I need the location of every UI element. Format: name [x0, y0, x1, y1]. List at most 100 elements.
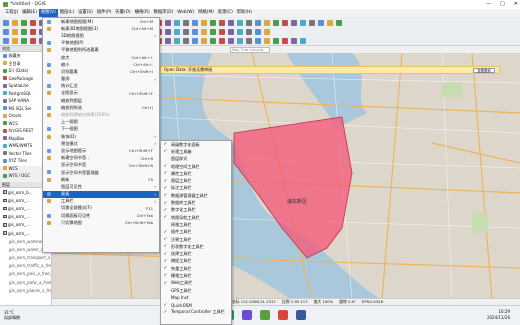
view-menu-item[interactable]: 上一视图 — [43, 119, 159, 126]
view-menu-item[interactable]: 缩放到图层 — [43, 97, 159, 104]
toolbar-tool-icon[interactable] — [183, 28, 189, 35]
view-menu-item[interactable]: 缩放到所选 Ctrl+J — [43, 104, 159, 111]
toolbar-tool-icon[interactable] — [210, 28, 216, 35]
menu-8[interactable]: 数据库(D) — [152, 9, 176, 17]
toolbar-tool-icon[interactable] — [246, 19, 252, 26]
status-rotation[interactable]: 旋转 0.0° — [339, 299, 356, 305]
panels-submenu-item[interactable]: 网格工具栏 — [161, 221, 231, 228]
layer-visibility-checkbox[interactable]: ✔ — [3, 190, 7, 194]
layer-visibility-checkbox[interactable]: ✔ — [3, 215, 7, 219]
toolbar-tool-icon[interactable] — [300, 37, 306, 44]
menu-1[interactable]: 编辑(E) — [20, 9, 39, 17]
toolbar-tool-icon[interactable] — [219, 28, 225, 35]
view-menu-item[interactable]: 只切换地图 Ctrl+Shift+Tab — [43, 219, 159, 226]
menu-3[interactable]: 图层(L) — [58, 9, 76, 17]
close-button[interactable]: ✕ — [514, 0, 518, 9]
toolbar-tool-icon[interactable] — [183, 19, 189, 26]
toolbar-tool-icon[interactable] — [264, 37, 270, 44]
view-menu-item[interactable]: 装饰(D) › — [43, 133, 159, 140]
view-menu-item[interactable]: 新建地图视图(M) Ctrl+M — [43, 18, 159, 25]
toolbar-tool-icon[interactable] — [282, 19, 288, 26]
view-menu-item[interactable]: 切换全屏模式(F) F11 — [43, 205, 159, 212]
toolbar-tool-icon[interactable] — [210, 19, 216, 26]
toolbar-tool-icon[interactable] — [165, 28, 171, 35]
view-menu-item[interactable]: 切换面板可见性 Ctrl+Tab — [43, 212, 159, 219]
menu-10[interactable]: 网格(M) — [196, 9, 216, 17]
panels-submenu-item[interactable]: ✓ QuickOSM — [161, 302, 231, 309]
toolbar-tool-icon[interactable] — [21, 19, 27, 26]
panels-submenu-item[interactable]: ✓ 属性工具栏 — [161, 170, 231, 177]
layer-visibility-checkbox[interactable]: ✔ — [3, 198, 7, 202]
menu-0[interactable]: 工程(J) — [3, 9, 20, 17]
panels-submenu-item[interactable]: ✓ 数据源管理器工具栏 — [161, 192, 231, 199]
toolbar-tool-icon[interactable] — [21, 37, 27, 44]
toolbar-tool-icon[interactable] — [228, 19, 234, 26]
toolbar-tool-icon[interactable] — [255, 28, 261, 35]
view-menu-item[interactable]: 识别要素 Ctrl+Shift+I — [43, 68, 159, 75]
toolbar-tool-icon[interactable] — [201, 37, 207, 44]
app-icon[interactable] — [278, 310, 288, 320]
toolbar-tool-icon[interactable] — [192, 37, 198, 44]
toolbar-tool-icon[interactable] — [210, 37, 216, 44]
toolbar-tool-icon[interactable] — [30, 28, 36, 35]
toolbar-tool-icon[interactable] — [255, 19, 261, 26]
panels-submenu-item[interactable]: ✓ 标注工具栏 — [161, 185, 231, 192]
view-menu-item[interactable]: 放大 Ctrl+Alt++ — [43, 54, 159, 61]
vscode-icon[interactable] — [296, 310, 306, 320]
toolbar-tool-icon[interactable] — [300, 19, 306, 26]
layer-item[interactable]: gis_osm_traffic_a_free_1 — [0, 262, 51, 270]
status-scale[interactable]: 比例 1:95 117 — [282, 299, 308, 305]
toolbar-tool-icon[interactable] — [255, 37, 261, 44]
maximize-button[interactable]: □ — [500, 0, 505, 9]
view-menu-item[interactable]: 刷新 F5 — [43, 176, 159, 183]
panels-submenu-item[interactable]: ✓ 数字化工具栏 — [161, 207, 231, 214]
toolbar-tool-icon[interactable] — [201, 19, 207, 26]
toolbar-tool-icon[interactable] — [264, 28, 270, 35]
toolbar-tool-icon[interactable] — [246, 37, 252, 44]
toolbar-tool-icon[interactable] — [318, 19, 324, 26]
store-icon[interactable] — [242, 310, 252, 320]
panels-submenu-item[interactable]: ✓ 矢量工具栏 — [161, 265, 231, 272]
toolbar-tool-icon[interactable] — [237, 19, 243, 26]
toolbar-tool-icon[interactable] — [192, 28, 198, 35]
menu-12[interactable]: 帮助(H) — [235, 9, 254, 17]
panels-submenu-item[interactable]: ✓ 地理空间工具栏 — [161, 163, 231, 170]
toolbar-tool-icon[interactable] — [219, 19, 225, 26]
view-menu-item[interactable]: 统计汇总 — [43, 83, 159, 90]
layer-item[interactable]: gis_osm_pois_a_free_1 — [0, 270, 51, 278]
toolbar-tool-icon[interactable] — [201, 28, 207, 35]
toolbar-tool-icon[interactable] — [30, 19, 36, 26]
minimize-button[interactable]: — — [486, 0, 491, 9]
toolbar-tool-icon[interactable] — [273, 19, 279, 26]
view-menu-item[interactable]: 下一视图 — [43, 126, 159, 133]
panels-submenu-item[interactable]: ✓ 捕捉工具栏 — [161, 258, 231, 265]
menu-7[interactable]: 栅格(R) — [133, 9, 152, 17]
view-menu-item[interactable]: 显示地图提示 Ctrl+Shift+T — [43, 147, 159, 154]
view-menu-item[interactable]: 图层可见性 › — [43, 183, 159, 190]
toolbar-tool-icon[interactable] — [3, 37, 9, 44]
panels-submenu-item[interactable]: 图层样式 — [161, 156, 231, 163]
panels-submenu-item[interactable]: Map Inst — [161, 294, 231, 301]
view-menu-item[interactable]: 缩小 Ctrl+Alt+- — [43, 61, 159, 68]
view-menu-item[interactable]: 新建3D地图视图(3) Ctrl+Alt+M — [43, 25, 159, 32]
menu-6[interactable]: 矢量(O) — [113, 9, 132, 17]
view-menu-item[interactable]: 3D地图视图 › — [43, 32, 159, 39]
panels-submenu-item[interactable]: ✓ 图层工具栏 — [161, 177, 231, 184]
panels-submenu-item[interactable]: ✓ 选择工具栏 — [161, 250, 231, 257]
toolbar-tool-icon[interactable] — [174, 28, 180, 35]
toolbar-tool-icon[interactable] — [21, 28, 27, 35]
layer-item[interactable]: gis_osm_transport_a_free_1 — [0, 254, 51, 262]
toolbar-tool-icon[interactable] — [291, 19, 297, 26]
toolbar-tool-icon[interactable] — [237, 37, 243, 44]
toolbar-tool-icon[interactable] — [12, 19, 18, 26]
menu-9[interactable]: Web(W) — [175, 9, 196, 17]
qgis-taskbar-icon[interactable] — [260, 310, 270, 320]
menu-2[interactable]: 视图(V) — [38, 9, 58, 17]
toolbar-tool-icon[interactable] — [336, 19, 342, 26]
toolbar-tool-icon[interactable] — [282, 37, 288, 44]
toolbar-tool-icon[interactable] — [174, 37, 180, 44]
toolbar-tool-icon[interactable] — [165, 19, 171, 26]
toolbar-tool-icon[interactable] — [309, 19, 315, 26]
panels-submenu-item[interactable]: GPS工具栏 — [161, 287, 231, 294]
menu-11[interactable]: 处理(C) — [216, 9, 235, 17]
